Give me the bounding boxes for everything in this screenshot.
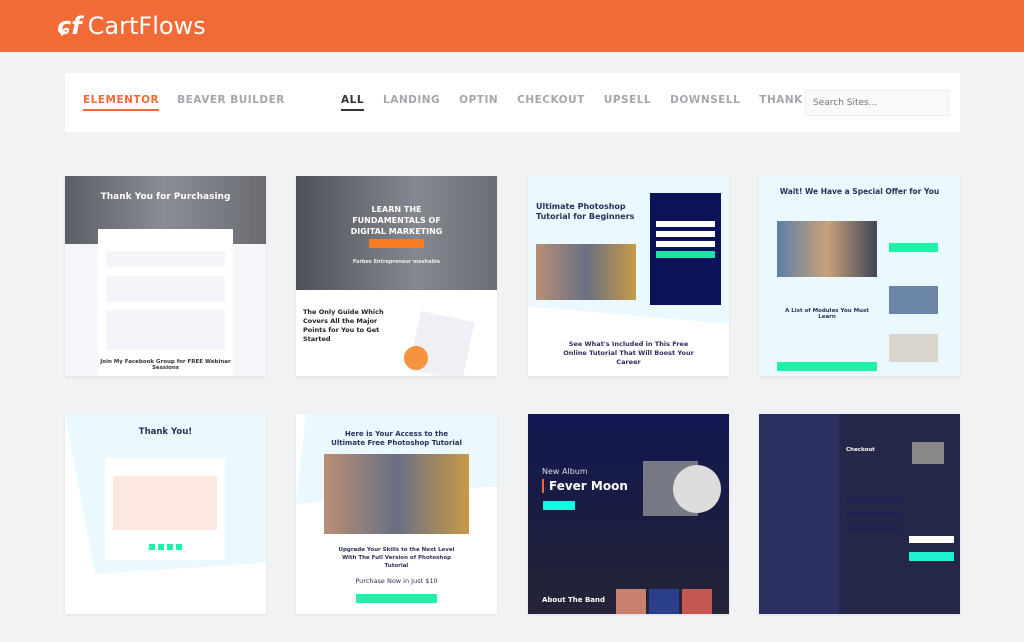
template-title: Thank You for Purchasing: [100, 192, 231, 202]
template-card[interactable]: Thank You!: [65, 414, 266, 614]
album-kicker: New Album: [542, 467, 588, 476]
template-card[interactable]: Wait! We Have a Special Offer for You A …: [759, 176, 960, 376]
cartflows-logo[interactable]: ɕf CartFlows: [57, 12, 206, 40]
template-title: Ultimate Photoshop Tutorial for Beginner…: [536, 202, 635, 221]
cf-cart-icon: ɕf: [57, 12, 82, 40]
optin-form: [650, 193, 721, 305]
filter-landing[interactable]: LANDING: [383, 94, 440, 111]
template-card[interactable]: Ultimate Photoshop Tutorial for Beginner…: [528, 176, 729, 376]
template-subtitle: The Only Guide Which Covers All the Majo…: [303, 308, 384, 343]
search-input[interactable]: [805, 89, 949, 116]
template-subtitle: Upgrade Your Skills to the Next Level Wi…: [338, 547, 455, 569]
template-title: LEARN THE FUNDAMENTALS OF DIGITAL MARKET…: [350, 205, 443, 236]
hero-image: [777, 221, 877, 277]
template-card[interactable]: LEARN THE FUNDAMENTALS OF DIGITAL MARKET…: [296, 176, 497, 376]
template-card[interactable]: New Album Fever Moon About The Band: [528, 414, 729, 614]
template-title: Thank You!: [138, 427, 193, 437]
template-subtitle: Join My Facebook Group for FREE Webinar …: [100, 359, 231, 371]
filter-bar: ELEMENTOR BEAVER BUILDER ALL LANDING OPT…: [65, 73, 960, 132]
template-card[interactable]: Checkout: [759, 414, 960, 614]
tab-beaver-builder[interactable]: BEAVER BUILDER: [177, 94, 285, 111]
template-subtitle: About The Band: [542, 596, 605, 604]
hero-image: [536, 244, 636, 300]
template-title: Fever Moon: [542, 479, 628, 493]
filter-checkout[interactable]: CHECKOUT: [517, 94, 585, 111]
template-subtitle: See What's Included in This Free Online …: [563, 340, 694, 366]
template-title: Here is Your Access to the Ultimate Free…: [331, 430, 462, 447]
price-text: Purchase Now in Just $10: [355, 577, 438, 585]
filter-downsell[interactable]: DOWNSELL: [670, 94, 740, 111]
filter-upsell[interactable]: UPSELL: [604, 94, 651, 111]
template-subtitle: A List of Modules You Must Learn: [785, 308, 869, 320]
press-logos: Forbes Entrepreneur mashable: [352, 259, 441, 265]
brand-name: CartFlows: [87, 12, 206, 40]
template-card[interactable]: Thank You for Purchasing Join My Faceboo…: [65, 176, 266, 376]
hero-image: [324, 454, 469, 534]
template-card[interactable]: Here is Your Access to the Ultimate Free…: [296, 414, 497, 614]
tab-elementor[interactable]: ELEMENTOR: [83, 94, 160, 111]
top-header: ɕf CartFlows: [0, 0, 1024, 52]
template-title: Wait! We Have a Special Offer for You: [779, 187, 940, 196]
filter-optin[interactable]: OPTIN: [459, 94, 498, 111]
template-title: Checkout: [846, 447, 875, 453]
filter-all[interactable]: ALL: [341, 94, 365, 111]
